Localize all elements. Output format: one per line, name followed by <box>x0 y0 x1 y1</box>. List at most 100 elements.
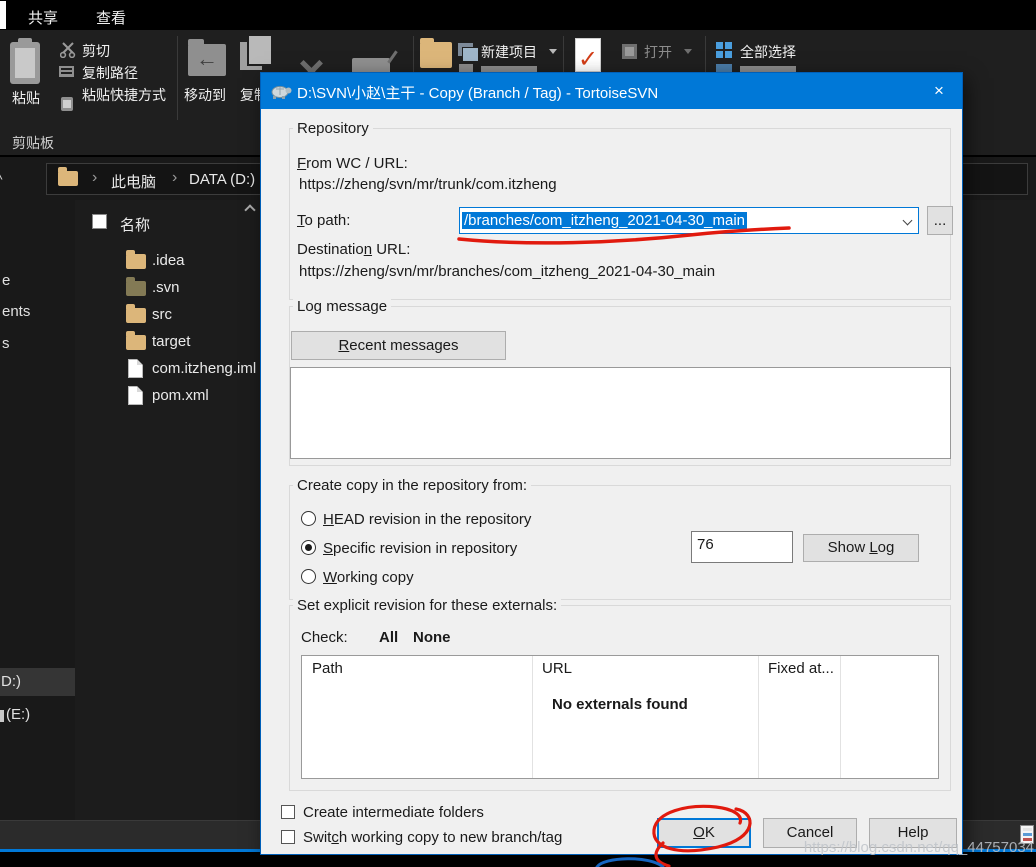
open-label: 打开 <box>644 44 672 60</box>
chevron-down-icon <box>684 49 692 54</box>
folder-icon <box>126 304 146 323</box>
file-icon <box>128 359 143 378</box>
menu-view[interactable]: 查看 <box>96 7 126 28</box>
window-edge-fragment <box>0 1 6 29</box>
file-name: com.itzheng.iml <box>152 360 257 377</box>
specific-revision-label: Specific revision in repository <box>323 540 518 557</box>
show-log-button[interactable]: Show Log <box>803 534 919 562</box>
move-to-label: 移动到 <box>184 87 226 103</box>
breadcrumb-this-pc[interactable]: 此电脑 <box>111 171 156 192</box>
file-name: pom.xml <box>152 387 209 404</box>
select-all-checkbox[interactable] <box>92 214 107 229</box>
close-button[interactable]: × <box>916 73 962 109</box>
breadcrumb-sep: › <box>172 169 178 186</box>
create-intermediate-folders-label: Create intermediate folders <box>303 804 484 821</box>
head-revision-radio[interactable] <box>301 511 316 526</box>
check-none-link[interactable]: None <box>413 629 451 646</box>
head-revision-label: HEAD revision in the repository <box>323 511 532 528</box>
to-path-value-selected: /branches/com_itzheng_2021-04-30_main <box>462 212 748 229</box>
dialog-title: D:\SVN\小赵\主干 - Copy (Branch / Tag) - Tor… <box>297 85 659 102</box>
working-copy-radio[interactable] <box>301 569 316 584</box>
watermark-text: https://blog.csdn.net/qq_44757034 <box>803 839 1034 856</box>
file-row[interactable]: src <box>75 302 260 328</box>
breadcrumb-drive[interactable]: DATA (D:) <box>189 171 255 188</box>
folder-icon <box>126 250 146 269</box>
externals-table[interactable]: Path URL Fixed at... No externals found <box>301 655 939 779</box>
up-button-fragment[interactable]: ^ <box>0 171 8 181</box>
to-path-label: To path: <box>297 212 351 229</box>
sidebar-item-drive-e[interactable]: (E:) <box>0 702 75 728</box>
log-message-textarea[interactable] <box>290 367 951 459</box>
name-column-header[interactable]: 名称 <box>120 214 150 235</box>
column-divider <box>532 656 533 778</box>
sidebar-item-fragment[interactable]: e <box>2 272 10 289</box>
cut-label: 剪切 <box>82 43 110 59</box>
nav-sidebar: e ents s D:) (E:) <box>0 200 75 820</box>
path-column-header[interactable]: Path <box>312 660 343 677</box>
paste-label: 粘贴 <box>12 90 40 106</box>
destination-url-label: Destination URL: <box>297 241 411 258</box>
new-folder-icon[interactable] <box>420 38 452 68</box>
specific-revision-radio[interactable] <box>301 540 316 555</box>
url-column-header[interactable]: URL <box>542 660 572 677</box>
recent-messages-button[interactable]: Recent messages <box>291 331 506 360</box>
copy-from-group-label: Create copy in the repository from: <box>293 477 532 494</box>
file-row[interactable]: .idea <box>75 248 260 274</box>
select-all-label: 全部选择 <box>740 44 796 60</box>
check-label: Check: <box>301 629 348 646</box>
sidebar-item-drive-d[interactable]: D:) <box>0 668 75 696</box>
copy-to-icon <box>240 34 273 70</box>
no-externals-text: No externals found <box>552 696 688 713</box>
clipboard-group-caption: 剪贴板 <box>12 135 54 151</box>
file-name: src <box>152 306 172 323</box>
revision-input[interactable]: 76 <box>691 531 793 563</box>
drive-d-label: D:) <box>1 673 21 690</box>
menu-share[interactable]: 共享 <box>28 7 58 28</box>
check-all-link[interactable]: All <box>379 629 398 646</box>
new-item-label: 新建项目 <box>481 44 537 60</box>
sidebar-item-fragment[interactable]: ents <box>2 303 30 320</box>
scissors-icon <box>60 42 76 58</box>
screen: 共享 查看 粘贴 剪切 复制路径 粘贴快捷方式 ← 移动到 复制 × 新建项目 … <box>0 0 1036 867</box>
file-name: target <box>152 333 191 350</box>
browse-button[interactable]: ... <box>927 206 953 235</box>
explorer-menubar: 共享 查看 <box>0 0 1036 30</box>
file-name: .svn <box>152 279 180 296</box>
to-path-combobox[interactable]: /branches/com_itzheng_2021-04-30_main <box>459 207 919 234</box>
switch-working-copy-checkbox[interactable] <box>281 830 295 844</box>
destination-url-value: https://zheng/svn/mr/branches/com_itzhen… <box>299 263 716 280</box>
clipboard-icon <box>10 38 40 84</box>
file-icon <box>128 386 143 405</box>
create-intermediate-folders-checkbox[interactable] <box>281 805 295 819</box>
sort-ascending-icon <box>244 204 256 216</box>
file-row[interactable]: com.itzheng.iml <box>75 356 260 382</box>
column-divider <box>758 656 759 778</box>
folder-icon <box>126 331 146 350</box>
dialog-titlebar[interactable]: D:\SVN\小赵\主干 - Copy (Branch / Tag) - Tor… <box>261 73 962 109</box>
switch-working-copy-label: Switch working copy to new branch/tag <box>303 829 563 846</box>
select-all-icon <box>716 42 732 58</box>
log-message-group-label: Log message <box>293 298 392 315</box>
clipped-row-fragment <box>459 64 473 72</box>
folder-icon-dim <box>126 277 146 296</box>
drive-e-label: (E:) <box>6 706 31 723</box>
file-row[interactable]: target <box>75 329 260 355</box>
properties-icon[interactable] <box>575 38 601 74</box>
ribbon-separator <box>177 36 178 120</box>
folder-icon <box>58 167 78 186</box>
ok-button[interactable]: OK <box>657 818 751 848</box>
fixed-at-column-header[interactable]: Fixed at... <box>768 660 834 677</box>
repository-group-label: Repository <box>293 120 373 137</box>
copy-path-button[interactable]: 复制路径 <box>0 30 1036 81</box>
working-copy-label: Working copy <box>323 569 414 586</box>
file-row[interactable]: .svn <box>75 275 260 301</box>
column-divider <box>840 656 841 778</box>
paste-shortcut-label: 粘贴快捷方式 <box>82 87 166 103</box>
copy-branch-tag-dialog: D:\SVN\小赵\主干 - Copy (Branch / Tag) - Tor… <box>260 72 963 855</box>
file-name: .idea <box>152 252 185 269</box>
sidebar-item-fragment[interactable]: s <box>2 335 10 352</box>
chevron-down-icon <box>549 49 557 54</box>
file-row[interactable]: pom.xml <box>75 383 260 409</box>
new-item-icon <box>458 43 479 62</box>
open-icon <box>622 44 637 59</box>
